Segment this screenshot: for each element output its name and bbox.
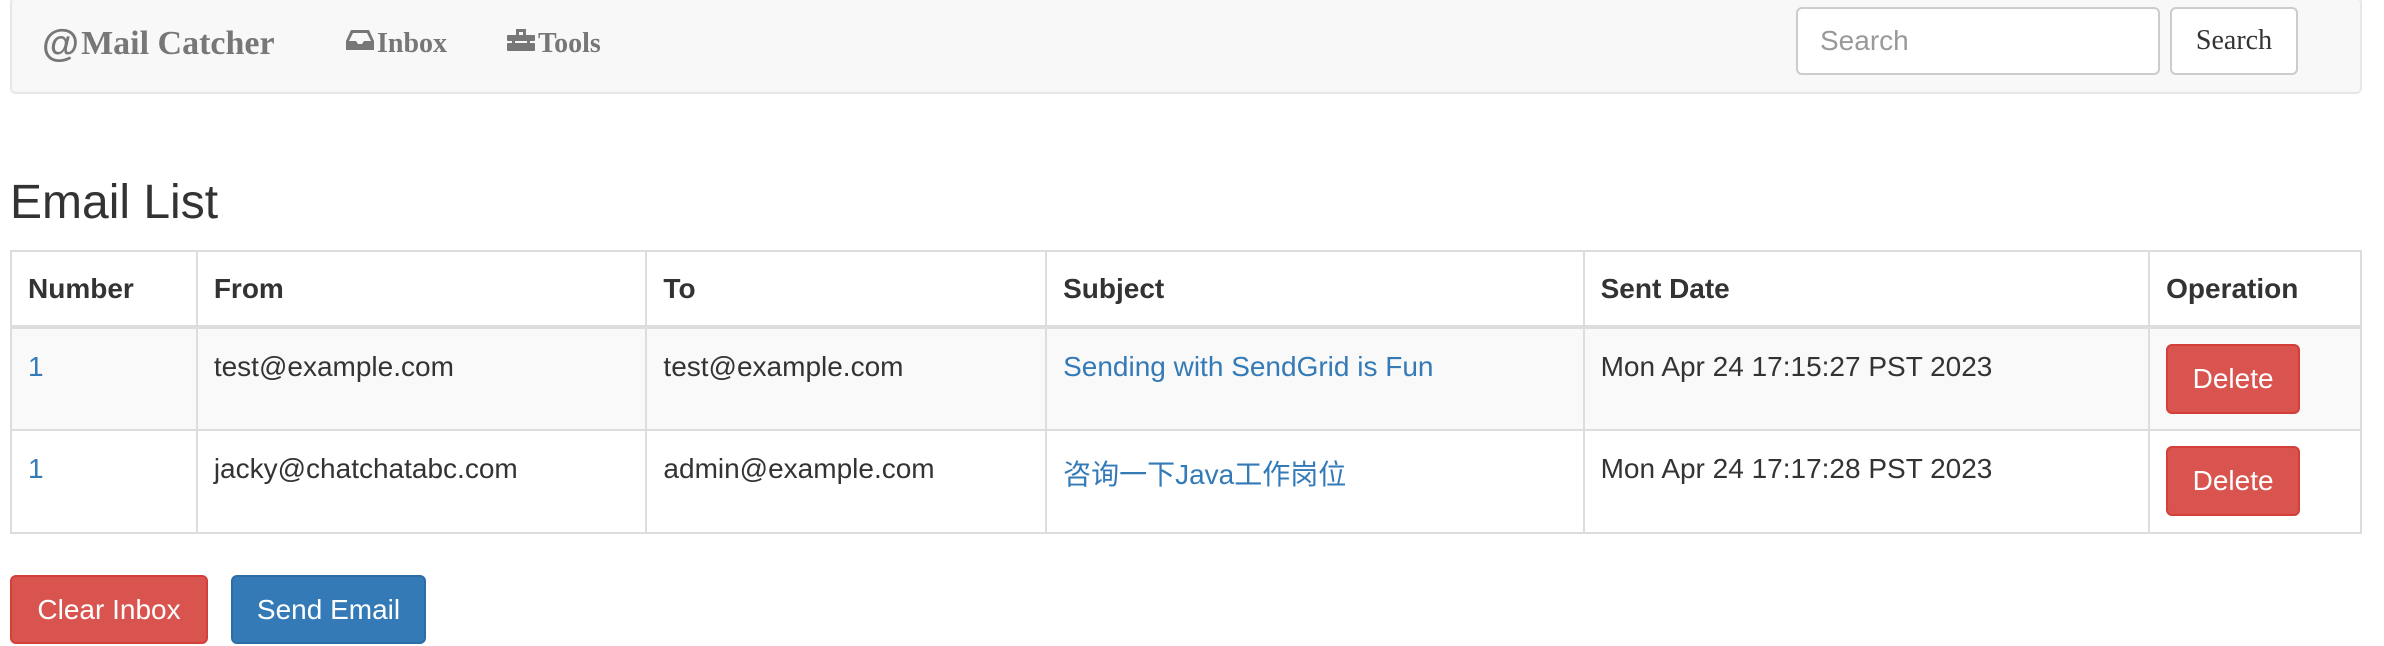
table-row: 1 jacky@chatchatabc.com admin@example.co…: [10, 429, 2362, 534]
nav-tools-label: Tools: [538, 28, 601, 59]
send-email-button[interactable]: Send Email: [231, 575, 426, 644]
delete-button[interactable]: Delete: [2166, 344, 2301, 414]
cell-sent-date: Mon Apr 24 17:15:27 PST 2023: [1582, 326, 2151, 431]
cell-from: test@example.com: [195, 326, 648, 431]
page-title: Email List: [10, 176, 219, 229]
cell-to: admin@example.com: [645, 429, 1048, 534]
column-header-sent-date: Sent Date: [1582, 250, 2151, 329]
top-navbar: @ Mail Catcher Inbox Tools Search: [10, 0, 2362, 94]
cell-number: 1: [10, 429, 198, 534]
search-button[interactable]: Search: [2170, 7, 2298, 75]
column-header-number: Number: [10, 250, 198, 329]
search-input[interactable]: [1796, 7, 2160, 75]
cell-subject: Sending with SendGrid is Fun: [1045, 326, 1585, 431]
column-header-to: To: [645, 250, 1048, 329]
brand-at-sign: @: [42, 22, 80, 65]
email-subject-link[interactable]: Sending with SendGrid is Fun: [1063, 351, 1433, 382]
email-table: Number From To Subject Sent Date Operati…: [10, 250, 2362, 534]
cell-to: test@example.com: [645, 326, 1048, 431]
cell-operation: Delete: [2148, 429, 2362, 534]
cell-number: 1: [10, 326, 198, 431]
nav-inbox-link[interactable]: Inbox: [345, 16, 447, 72]
toolbox-icon: [506, 27, 538, 61]
clear-inbox-button[interactable]: Clear Inbox: [10, 575, 208, 644]
cell-sent-date: Mon Apr 24 17:17:28 PST 2023: [1582, 429, 2151, 534]
cell-from: jacky@chatchatabc.com: [195, 429, 648, 534]
nav-tools-link[interactable]: Tools: [506, 16, 601, 72]
cell-subject: 咨询一下Java工作岗位: [1045, 429, 1585, 534]
table-row: 1 test@example.com test@example.com Send…: [10, 326, 2362, 431]
column-header-subject: Subject: [1045, 250, 1585, 329]
nav-inbox-label: Inbox: [377, 28, 448, 59]
brand-name: Mail Catcher: [81, 25, 275, 62]
inbox-icon: [345, 27, 377, 61]
email-subject-link[interactable]: 咨询一下Java工作岗位: [1063, 459, 1346, 490]
delete-button[interactable]: Delete: [2166, 446, 2301, 516]
cell-operation: Delete: [2148, 326, 2362, 431]
email-number-link[interactable]: 1: [28, 351, 44, 382]
column-header-operation: Operation: [2148, 250, 2362, 329]
brand-logo[interactable]: @ Mail Catcher: [42, 16, 275, 72]
email-number-link[interactable]: 1: [28, 453, 44, 484]
table-header-row: Number From To Subject Sent Date Operati…: [10, 250, 2362, 329]
column-header-from: From: [195, 250, 648, 329]
